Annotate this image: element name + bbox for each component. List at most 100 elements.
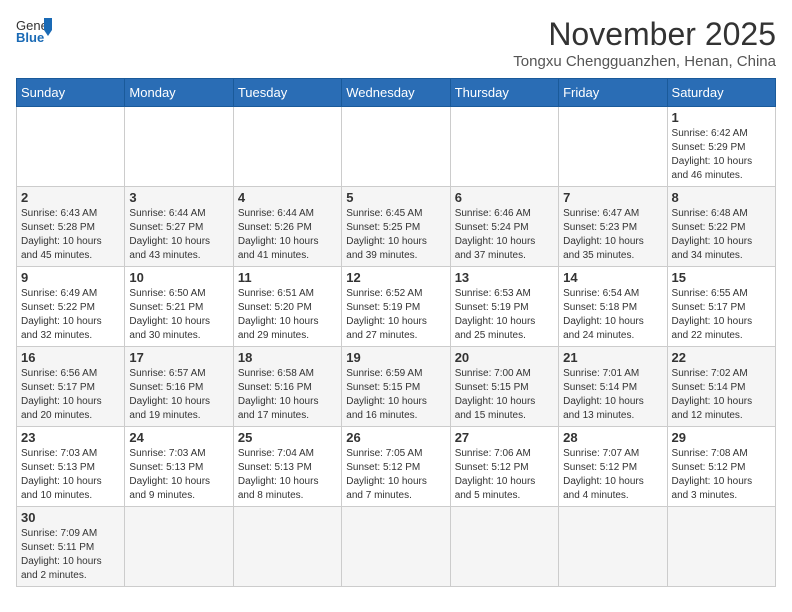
calendar-cell: 28 Sunrise: 7:07 AM Sunset: 5:12 PM Dayli… xyxy=(559,427,667,507)
day-info: Sunrise: 7:01 AM Sunset: 5:14 PM Dayligh… xyxy=(563,367,662,423)
calendar-row: 9 Sunrise: 6:49 AM Sunset: 5:22 PM Daylig… xyxy=(17,267,776,347)
day-info: Sunrise: 7:09 AM Sunset: 5:11 PM Dayligh… xyxy=(21,527,120,583)
calendar-cell xyxy=(17,107,125,187)
calendar-cell: 7Sunrise: 6:47 AM Sunset: 5:23 PM Daylig… xyxy=(559,187,667,267)
day-number: 11 xyxy=(238,270,337,285)
calendar-cell: 10 Sunrise: 6:50 AM Sunset: 5:21 PM Dayli… xyxy=(125,267,233,347)
calendar-cell xyxy=(667,507,775,587)
day-number: 3 xyxy=(129,190,228,205)
calendar-cell: 12Sunrise: 6:52 AM Sunset: 5:19 PM Dayli… xyxy=(342,267,450,347)
day-info: Sunrise: 6:48 AM Sunset: 5:22 PM Dayligh… xyxy=(672,207,771,263)
day-number: 28 xyxy=(563,430,662,445)
day-number: 2 xyxy=(21,190,120,205)
calendar: Sunday Monday Tuesday Wednesday Thursday… xyxy=(16,78,776,587)
day-number: 5 xyxy=(346,190,445,205)
header-monday: Monday xyxy=(125,79,233,107)
day-number: 18 xyxy=(238,350,337,365)
header-tuesday: Tuesday xyxy=(233,79,341,107)
calendar-cell xyxy=(233,507,341,587)
day-number: 29 xyxy=(672,430,771,445)
day-info: Sunrise: 7:04 AM Sunset: 5:13 PM Dayligh… xyxy=(238,447,337,503)
day-info: Sunrise: 7:07 AM Sunset: 5:12 PM Dayligh… xyxy=(563,447,662,503)
day-number: 21 xyxy=(563,350,662,365)
day-info: Sunrise: 6:43 AM Sunset: 5:28 PM Dayligh… xyxy=(21,207,120,263)
day-info: Sunrise: 6:49 AM Sunset: 5:22 PM Dayligh… xyxy=(21,287,120,343)
header-saturday: Saturday xyxy=(667,79,775,107)
calendar-cell xyxy=(125,507,233,587)
day-number: 25 xyxy=(238,430,337,445)
calendar-cell: 24 Sunrise: 7:03 AM Sunset: 5:13 PM Dayli… xyxy=(125,427,233,507)
calendar-cell: 6Sunrise: 6:46 AM Sunset: 5:24 PM Daylig… xyxy=(450,187,558,267)
day-info: Sunrise: 7:06 AM Sunset: 5:12 PM Dayligh… xyxy=(455,447,554,503)
calendar-cell xyxy=(559,107,667,187)
calendar-cell: 3 Sunrise: 6:44 AM Sunset: 5:27 PM Daylig… xyxy=(125,187,233,267)
calendar-cell: 1Sunrise: 6:42 AM Sunset: 5:29 PM Daylig… xyxy=(667,107,775,187)
calendar-cell: 25 Sunrise: 7:04 AM Sunset: 5:13 PM Dayli… xyxy=(233,427,341,507)
calendar-cell: 11 Sunrise: 6:51 AM Sunset: 5:20 PM Dayli… xyxy=(233,267,341,347)
calendar-cell: 9 Sunrise: 6:49 AM Sunset: 5:22 PM Daylig… xyxy=(17,267,125,347)
calendar-row: 16 Sunrise: 6:56 AM Sunset: 5:17 PM Dayli… xyxy=(17,347,776,427)
calendar-cell: 20 Sunrise: 7:00 AM Sunset: 5:15 PM Dayli… xyxy=(450,347,558,427)
day-number: 24 xyxy=(129,430,228,445)
calendar-cell xyxy=(342,107,450,187)
day-info: Sunrise: 6:42 AM Sunset: 5:29 PM Dayligh… xyxy=(672,127,771,183)
calendar-cell: 14 Sunrise: 6:54 AM Sunset: 5:18 PM Dayli… xyxy=(559,267,667,347)
month-title: November 2025 xyxy=(513,16,776,53)
calendar-cell: 13 Sunrise: 6:53 AM Sunset: 5:19 PM Dayli… xyxy=(450,267,558,347)
day-number: 23 xyxy=(21,430,120,445)
calendar-cell xyxy=(233,107,341,187)
day-info: Sunrise: 6:58 AM Sunset: 5:16 PM Dayligh… xyxy=(238,367,337,423)
title-area: November 2025 Tongxu Chengguanzhen, Hena… xyxy=(513,16,776,70)
calendar-cell: 2 Sunrise: 6:43 AM Sunset: 5:28 PM Daylig… xyxy=(17,187,125,267)
day-number: 13 xyxy=(455,270,554,285)
calendar-cell: 8 Sunrise: 6:48 AM Sunset: 5:22 PM Daylig… xyxy=(667,187,775,267)
day-number: 20 xyxy=(455,350,554,365)
calendar-cell: 16 Sunrise: 6:56 AM Sunset: 5:17 PM Dayli… xyxy=(17,347,125,427)
day-info: Sunrise: 6:54 AM Sunset: 5:18 PM Dayligh… xyxy=(563,287,662,343)
day-info: Sunrise: 7:03 AM Sunset: 5:13 PM Dayligh… xyxy=(21,447,120,503)
day-number: 10 xyxy=(129,270,228,285)
day-info: Sunrise: 6:50 AM Sunset: 5:21 PM Dayligh… xyxy=(129,287,228,343)
day-number: 27 xyxy=(455,430,554,445)
calendar-cell xyxy=(342,507,450,587)
calendar-cell xyxy=(450,107,558,187)
calendar-cell: 21 Sunrise: 7:01 AM Sunset: 5:14 PM Dayli… xyxy=(559,347,667,427)
day-info: Sunrise: 6:45 AM Sunset: 5:25 PM Dayligh… xyxy=(346,207,445,263)
day-number: 9 xyxy=(21,270,120,285)
logo: General Blue xyxy=(16,16,52,44)
calendar-row: 23 Sunrise: 7:03 AM Sunset: 5:13 PM Dayli… xyxy=(17,427,776,507)
day-info: Sunrise: 7:05 AM Sunset: 5:12 PM Dayligh… xyxy=(346,447,445,503)
weekday-header-row: Sunday Monday Tuesday Wednesday Thursday… xyxy=(17,79,776,107)
day-number: 8 xyxy=(672,190,771,205)
calendar-row: 1Sunrise: 6:42 AM Sunset: 5:29 PM Daylig… xyxy=(17,107,776,187)
calendar-cell: 29Sunrise: 7:08 AM Sunset: 5:12 PM Dayli… xyxy=(667,427,775,507)
day-info: Sunrise: 6:44 AM Sunset: 5:27 PM Dayligh… xyxy=(129,207,228,263)
header-thursday: Thursday xyxy=(450,79,558,107)
day-info: Sunrise: 6:51 AM Sunset: 5:20 PM Dayligh… xyxy=(238,287,337,343)
day-number: 30 xyxy=(21,510,120,525)
day-number: 17 xyxy=(129,350,228,365)
day-info: Sunrise: 6:53 AM Sunset: 5:19 PM Dayligh… xyxy=(455,287,554,343)
day-info: Sunrise: 6:55 AM Sunset: 5:17 PM Dayligh… xyxy=(672,287,771,343)
calendar-cell xyxy=(125,107,233,187)
day-info: Sunrise: 6:56 AM Sunset: 5:17 PM Dayligh… xyxy=(21,367,120,423)
day-info: Sunrise: 6:57 AM Sunset: 5:16 PM Dayligh… xyxy=(129,367,228,423)
day-info: Sunrise: 6:52 AM Sunset: 5:19 PM Dayligh… xyxy=(346,287,445,343)
day-number: 22 xyxy=(672,350,771,365)
calendar-cell xyxy=(559,507,667,587)
day-number: 15 xyxy=(672,270,771,285)
header-friday: Friday xyxy=(559,79,667,107)
day-number: 6 xyxy=(455,190,554,205)
day-number: 16 xyxy=(21,350,120,365)
calendar-cell: 23 Sunrise: 7:03 AM Sunset: 5:13 PM Dayli… xyxy=(17,427,125,507)
header-wednesday: Wednesday xyxy=(342,79,450,107)
calendar-row: 2 Sunrise: 6:43 AM Sunset: 5:28 PM Daylig… xyxy=(17,187,776,267)
day-number: 14 xyxy=(563,270,662,285)
day-info: Sunrise: 6:47 AM Sunset: 5:23 PM Dayligh… xyxy=(563,207,662,263)
calendar-cell: 17 Sunrise: 6:57 AM Sunset: 5:16 PM Dayli… xyxy=(125,347,233,427)
calendar-cell: 4Sunrise: 6:44 AM Sunset: 5:26 PM Daylig… xyxy=(233,187,341,267)
calendar-cell: 18 Sunrise: 6:58 AM Sunset: 5:16 PM Dayli… xyxy=(233,347,341,427)
calendar-cell: 27 Sunrise: 7:06 AM Sunset: 5:12 PM Dayli… xyxy=(450,427,558,507)
day-info: Sunrise: 7:00 AM Sunset: 5:15 PM Dayligh… xyxy=(455,367,554,423)
day-info: Sunrise: 7:03 AM Sunset: 5:13 PM Dayligh… xyxy=(129,447,228,503)
